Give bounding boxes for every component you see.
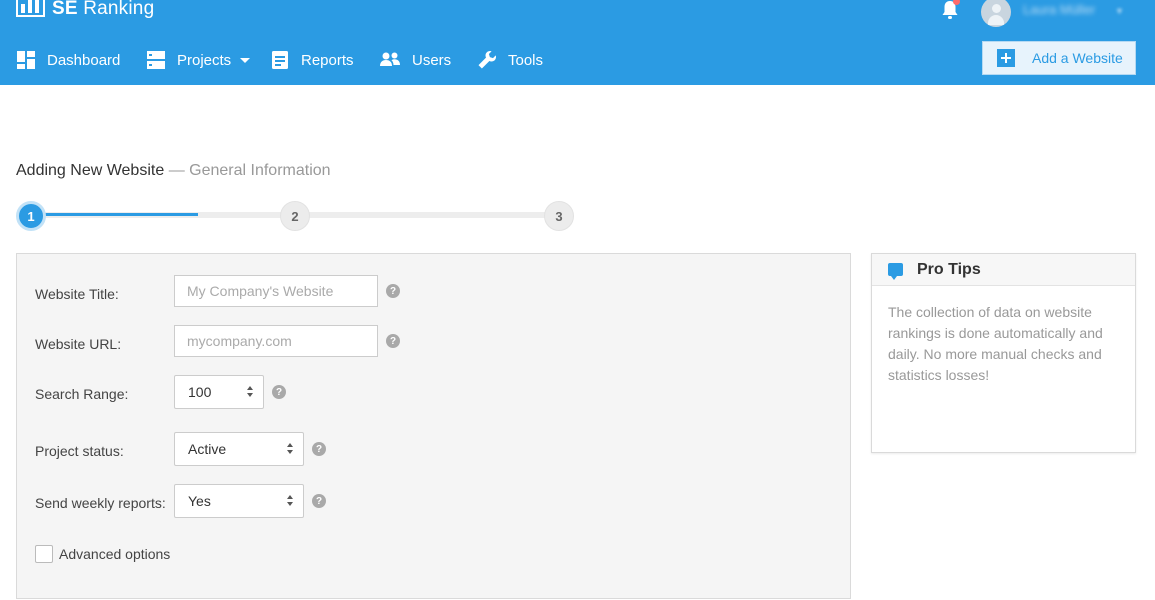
nav-label: Tools bbox=[508, 51, 544, 69]
chevron-down-icon bbox=[240, 57, 251, 63]
user-menu-chevron-icon[interactable]: ▼ bbox=[1115, 6, 1124, 16]
project-status-label: Project status: bbox=[35, 443, 124, 459]
website-title-input[interactable] bbox=[174, 275, 378, 307]
speech-bubble-icon bbox=[888, 263, 903, 280]
dashboard-icon bbox=[17, 51, 35, 69]
nav-projects[interactable]: Projects bbox=[146, 50, 251, 70]
general-info-form: Website Title: ? Website URL: ? Search R… bbox=[16, 253, 851, 599]
spinner-arrows-icon[interactable] bbox=[247, 386, 255, 399]
logo[interactable]: SE Ranking bbox=[16, 0, 154, 20]
select-arrows-icon bbox=[287, 443, 295, 456]
page-subtitle: — General Information bbox=[168, 162, 331, 179]
wizard-steps: 1 2 3 bbox=[16, 200, 576, 232]
nav-reports[interactable]: Reports bbox=[270, 50, 354, 70]
nav-users[interactable]: Users bbox=[379, 50, 451, 70]
step-progress-bar bbox=[30, 213, 198, 216]
help-icon[interactable]: ? bbox=[312, 442, 326, 456]
select-arrows-icon bbox=[287, 495, 295, 508]
projects-icon bbox=[147, 51, 165, 69]
add-website-label: Add a Website bbox=[1032, 50, 1123, 66]
avatar[interactable] bbox=[981, 0, 1011, 27]
step-1[interactable]: 1 bbox=[16, 201, 46, 231]
advanced-options-checkbox[interactable] bbox=[35, 545, 53, 563]
pro-tips-header: Pro Tips bbox=[872, 254, 1135, 286]
step-2[interactable]: 2 bbox=[280, 201, 310, 231]
pro-tips-text: The collection of data on website rankin… bbox=[888, 304, 1103, 383]
reports-icon bbox=[272, 51, 288, 69]
advanced-options-label[interactable]: Advanced options bbox=[59, 546, 170, 562]
step-3[interactable]: 3 bbox=[544, 201, 574, 231]
user-name[interactable]: Laura Müller bbox=[1023, 2, 1095, 17]
page-title: Adding New Website — General Information bbox=[16, 162, 331, 180]
search-range-value: 100 bbox=[188, 384, 212, 400]
nav-label: Projects bbox=[177, 51, 232, 69]
nav-dashboard[interactable]: Dashboard bbox=[16, 50, 120, 70]
website-url-label: Website URL: bbox=[35, 336, 122, 352]
logo-text: SE Ranking bbox=[52, 0, 155, 19]
help-icon[interactable]: ? bbox=[312, 494, 326, 508]
pro-tips-panel: Pro Tips The collection of data on websi… bbox=[871, 253, 1136, 453]
nav-label: Dashboard bbox=[47, 51, 121, 69]
logo-chart-icon bbox=[16, 0, 45, 17]
help-icon[interactable]: ? bbox=[386, 284, 400, 298]
website-url-input[interactable] bbox=[174, 325, 378, 357]
project-status-select[interactable]: Active bbox=[174, 432, 304, 466]
pro-tips-title: Pro Tips bbox=[917, 260, 981, 278]
top-header: SE Ranking Laura Müller ▼ Dashboard Proj… bbox=[0, 0, 1155, 85]
weekly-reports-label: Send weekly reports: bbox=[35, 495, 166, 511]
wrench-icon bbox=[478, 51, 496, 69]
nav-tools[interactable]: Tools bbox=[477, 50, 543, 70]
nav-label: Users bbox=[412, 51, 452, 69]
weekly-reports-value: Yes bbox=[188, 493, 211, 509]
project-status-value: Active bbox=[188, 441, 227, 457]
page-title-main: Adding New Website bbox=[16, 162, 165, 179]
website-title-label: Website Title: bbox=[35, 286, 119, 302]
help-icon[interactable]: ? bbox=[272, 385, 286, 399]
plus-icon bbox=[997, 49, 1015, 67]
search-range-label: Search Range: bbox=[35, 386, 129, 402]
users-icon bbox=[380, 52, 400, 66]
help-icon[interactable]: ? bbox=[386, 334, 400, 348]
search-range-stepper[interactable]: 100 bbox=[174, 375, 264, 409]
add-website-button[interactable]: Add a Website bbox=[982, 41, 1136, 75]
weekly-reports-select[interactable]: Yes bbox=[174, 484, 304, 518]
nav-label: Reports bbox=[301, 51, 354, 69]
